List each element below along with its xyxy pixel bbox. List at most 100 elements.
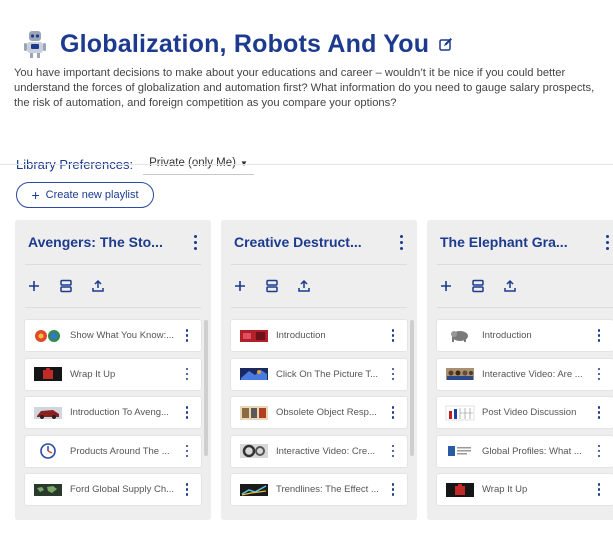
playlist-item[interactable]: Global Profiles: What ... [437, 435, 613, 467]
playlist-column: Avengers: The Sto... Show What You Know:.… [15, 220, 211, 520]
item-thumbnail [445, 482, 475, 498]
item-thumbnail [33, 405, 63, 421]
playlist-menu-icon[interactable] [395, 234, 407, 250]
item-label: Trendlines: The Effect ... [276, 484, 379, 495]
playlist-items: Show What You Know:... Wrap It Up Introduc… [15, 308, 211, 505]
add-item-icon[interactable] [439, 279, 453, 293]
playlist-toolbar [221, 265, 417, 307]
playlist-item[interactable]: Introduction [437, 320, 613, 351]
playlist-item[interactable]: Ford Global Supply Ch... [25, 474, 201, 505]
item-menu-icon[interactable] [387, 444, 399, 458]
playlist-header: Avengers: The Sto... [15, 220, 211, 264]
plus-icon: + [31, 187, 40, 203]
playlist-item[interactable]: Wrap It Up [437, 474, 613, 505]
create-playlist-button[interactable]: + Create new playlist [16, 182, 154, 208]
playlist-item[interactable]: Trendlines: The Effect ... [231, 474, 407, 505]
item-menu-icon[interactable] [593, 367, 605, 381]
layout-icon[interactable] [471, 279, 485, 293]
item-thumbnail [33, 482, 63, 498]
item-thumbnail [239, 328, 269, 344]
caret-down-icon: ▼ [239, 158, 248, 168]
create-playlist-label: Create new playlist [45, 189, 139, 201]
playlist-toolbar [15, 265, 211, 307]
playlist-items: Introduction Interactive Video: Are ... Po… [427, 308, 613, 505]
page-title: Globalization, Robots And You [60, 29, 430, 58]
item-thumbnail [445, 443, 475, 459]
item-menu-icon[interactable] [593, 329, 605, 342]
item-label: Click On The Picture T... [276, 368, 379, 380]
playlist-title[interactable]: Avengers: The Sto... [28, 234, 163, 250]
playlist-menu-icon[interactable] [601, 234, 613, 250]
item-menu-icon[interactable] [181, 483, 193, 496]
playlist-item[interactable]: Post Video Discussion [437, 397, 613, 428]
upload-icon[interactable] [297, 279, 311, 293]
item-label: Products Around The ... [70, 445, 170, 457]
section-divider [0, 164, 613, 165]
item-thumbnail [239, 366, 269, 382]
playlist-header: Creative Destruct... [221, 220, 417, 264]
item-label: Show What You Know:... [70, 330, 175, 341]
item-label: Interactive Video: Are ... [482, 368, 583, 380]
library-preferences-value: Private (only Me) [149, 157, 236, 169]
item-menu-icon[interactable] [593, 444, 605, 458]
item-menu-icon[interactable] [181, 367, 193, 381]
playlist-item[interactable]: Show What You Know:... [25, 320, 201, 351]
item-label: Obsolete Object Resp... [276, 407, 377, 418]
page-header: Globalization, Robots And You You have i… [14, 24, 603, 111]
playlist-item[interactable]: Interactive Video: Are ... [437, 358, 613, 390]
playlist-title[interactable]: The Elephant Gra... [440, 234, 568, 250]
item-label: Introduction [276, 330, 326, 341]
item-menu-icon[interactable] [387, 406, 399, 419]
item-label: Ford Global Supply Ch... [70, 484, 175, 495]
item-thumbnail [33, 443, 63, 459]
page-description: You have important decisions to make abo… [14, 67, 595, 109]
robot-logo-icon [22, 29, 48, 59]
playlist-header: The Elephant Gra... [427, 220, 613, 264]
item-label: Global Profiles: What ... [482, 445, 582, 457]
item-menu-icon[interactable] [387, 483, 399, 496]
upload-icon[interactable] [91, 279, 105, 293]
playlist-column: The Elephant Gra... Introduction Interacti… [427, 220, 613, 520]
item-label: Post Video Discussion [482, 407, 577, 418]
playlist-item[interactable]: Interactive Video: Cre... [231, 435, 407, 467]
playlist-item[interactable]: Introduction To Aveng... [25, 397, 201, 428]
item-label: Wrap It Up [482, 484, 528, 495]
item-thumbnail [239, 405, 269, 421]
playlist-item[interactable]: Obsolete Object Resp... [231, 397, 407, 428]
playlist-title[interactable]: Creative Destruct... [234, 234, 362, 250]
playlist-column: Creative Destruct... Introduction Click On… [221, 220, 417, 520]
playlist-item[interactable]: Click On The Picture T... [231, 358, 407, 390]
add-item-icon[interactable] [233, 279, 247, 293]
item-thumbnail [239, 443, 269, 459]
playlist-scrollbar[interactable] [410, 320, 414, 456]
playlist-menu-icon[interactable] [189, 234, 201, 250]
item-thumbnail [445, 405, 475, 421]
playlist-item[interactable]: Wrap It Up [25, 358, 201, 390]
item-thumbnail [445, 366, 475, 382]
title-row: Globalization, Robots And You [14, 24, 603, 64]
item-label: Introduction [482, 330, 532, 341]
playlist-scrollbar[interactable] [204, 320, 208, 456]
item-thumbnail [445, 328, 475, 344]
item-label: Interactive Video: Cre... [276, 445, 376, 457]
playlist-items: Introduction Click On The Picture T... Obs… [221, 308, 417, 505]
layout-icon[interactable] [59, 279, 73, 293]
playlist-item[interactable]: Introduction [231, 320, 407, 351]
item-menu-icon[interactable] [593, 483, 605, 496]
edit-icon[interactable] [439, 37, 453, 51]
add-item-icon[interactable] [27, 279, 41, 293]
item-menu-icon[interactable] [387, 329, 399, 342]
item-menu-icon[interactable] [181, 444, 193, 458]
item-menu-icon[interactable] [387, 367, 399, 381]
item-menu-icon[interactable] [181, 406, 193, 419]
item-menu-icon[interactable] [593, 406, 605, 419]
playlist-columns: Avengers: The Sto... Show What You Know:.… [15, 220, 613, 520]
item-label: Wrap It Up [70, 368, 116, 380]
layout-icon[interactable] [265, 279, 279, 293]
item-thumbnail [33, 366, 63, 382]
playlist-toolbar [427, 265, 613, 307]
upload-icon[interactable] [503, 279, 517, 293]
item-thumbnail [239, 482, 269, 498]
item-menu-icon[interactable] [181, 329, 193, 342]
playlist-item[interactable]: Products Around The ... [25, 435, 201, 467]
